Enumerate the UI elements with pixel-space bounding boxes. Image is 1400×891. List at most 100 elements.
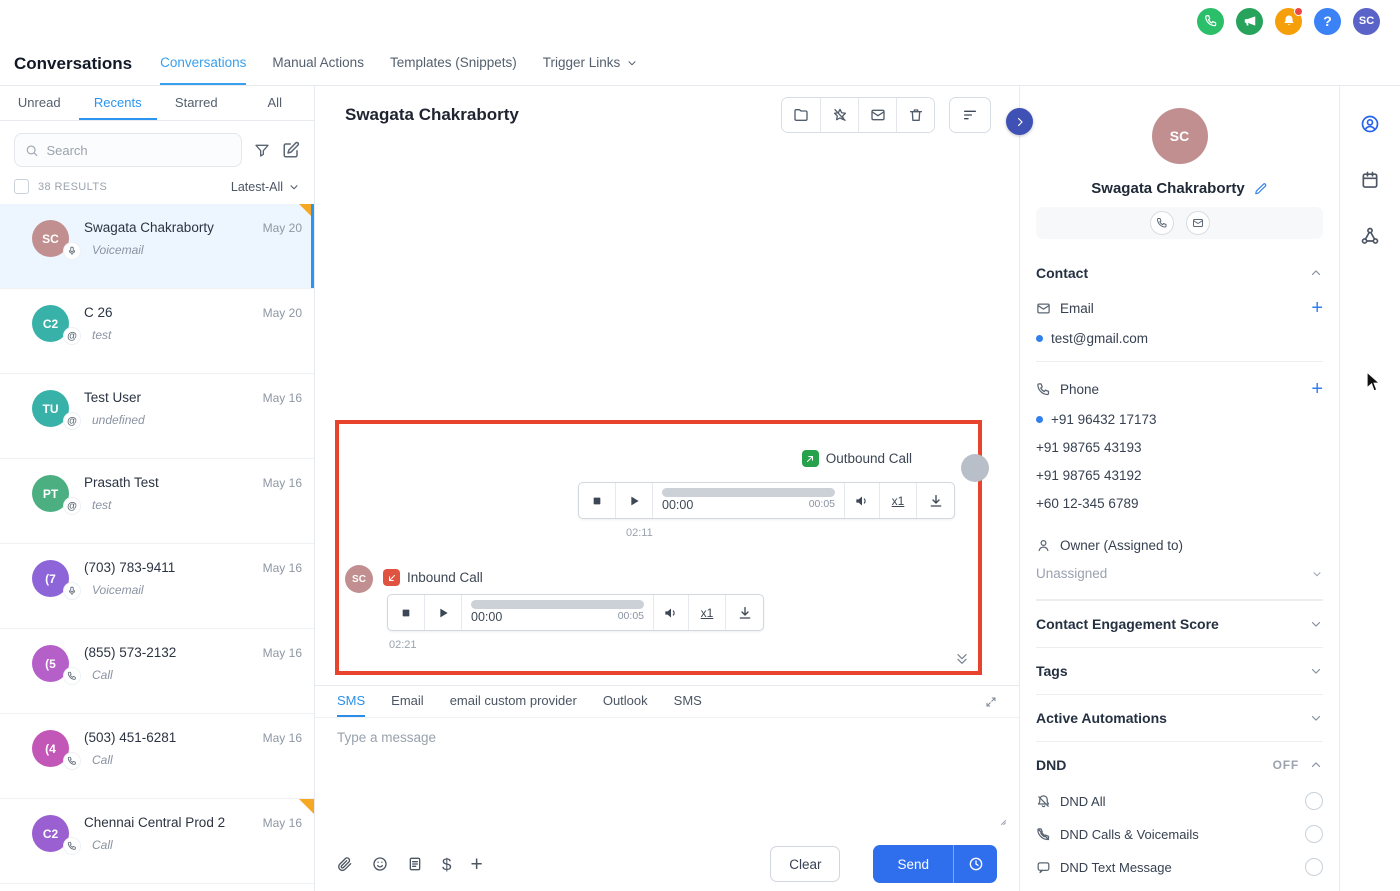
phone-off-icon xyxy=(1036,827,1051,842)
email-value[interactable]: test@gmail.com xyxy=(1036,331,1323,346)
search-box[interactable] xyxy=(14,133,242,167)
conversation-item[interactable]: PT@ Prasath TestMay 16test xyxy=(0,459,314,544)
play-icon xyxy=(435,605,451,621)
contact-details-icon[interactable] xyxy=(1360,114,1380,134)
conversation-item[interactable]: SC Swagata ChakrabortyMay 20Voicemail xyxy=(0,204,314,289)
volume-button[interactable] xyxy=(844,483,879,518)
attachment-icon[interactable] xyxy=(337,856,353,872)
seek-bar[interactable] xyxy=(471,600,644,609)
phone-value[interactable]: +60 12-345 6789 xyxy=(1036,496,1323,511)
sort-dropdown[interactable]: Latest-All xyxy=(231,180,300,194)
phone-value[interactable]: +91 96432 17173 xyxy=(1036,412,1323,427)
stop-button[interactable] xyxy=(579,483,616,518)
resize-handle[interactable] xyxy=(995,814,1007,826)
contact-name: Chennai Central Prod 2 xyxy=(84,815,225,830)
scroll-to-bottom-icon[interactable] xyxy=(954,651,970,667)
thread-filter-button[interactable] xyxy=(949,97,991,133)
chevron-down-icon xyxy=(626,57,638,69)
unstar-button[interactable] xyxy=(820,98,858,132)
collapse-panel-button[interactable] xyxy=(1006,108,1033,135)
select-all-checkbox[interactable] xyxy=(14,179,29,194)
channel-tab-email[interactable]: Email xyxy=(391,686,424,717)
mic-icon xyxy=(64,243,80,259)
dnd-calls-toggle[interactable] xyxy=(1305,825,1323,843)
tab-all[interactable]: All xyxy=(236,86,315,120)
conversation-item[interactable]: C2 Chennai Central Prod 2May 16Call xyxy=(0,799,314,884)
conversation-item[interactable]: C2@ C 26May 20test xyxy=(0,289,314,374)
schedule-send-button[interactable] xyxy=(953,845,997,883)
stop-button[interactable] xyxy=(388,595,425,630)
channel-tab-sms[interactable]: SMS xyxy=(337,686,365,717)
phone-value[interactable]: +91 98765 43193 xyxy=(1036,440,1323,455)
add-icon[interactable]: + xyxy=(470,854,482,875)
section-dnd[interactable]: DND OFF xyxy=(1036,741,1323,788)
conversation-item[interactable]: (7 (703) 783-9411May 16Voicemail xyxy=(0,544,314,629)
owner-label: Owner (Assigned to) xyxy=(1060,538,1183,553)
calendar-icon[interactable] xyxy=(1360,170,1380,190)
dnd-all-toggle[interactable] xyxy=(1305,792,1323,810)
help-button[interactable]: ? xyxy=(1314,8,1341,35)
tab-starred[interactable]: Starred xyxy=(157,86,236,120)
play-button[interactable] xyxy=(425,595,462,630)
section-contact-engagement-score[interactable]: Contact Engagement Score xyxy=(1036,600,1323,647)
mark-unread-button[interactable] xyxy=(858,98,896,132)
dnd-calls-row: DND Calls & Voicemails xyxy=(1036,825,1323,843)
compose-icon[interactable] xyxy=(282,141,300,159)
last-message-type: test xyxy=(84,328,302,342)
archive-button[interactable] xyxy=(782,98,820,132)
send-button[interactable]: Send xyxy=(873,845,953,883)
add-email-button[interactable]: + xyxy=(1311,298,1323,318)
call-contact-button[interactable] xyxy=(1150,211,1174,235)
payment-icon[interactable]: $ xyxy=(442,856,451,873)
tab-templates-snippets[interactable]: Templates (Snippets) xyxy=(390,42,517,85)
playback-rate-button[interactable]: x1 xyxy=(879,483,916,518)
tab-unread[interactable]: Unread xyxy=(0,86,79,120)
clock-icon xyxy=(968,856,984,872)
channel-tab-outlook[interactable]: Outlook xyxy=(603,686,648,717)
channel-tab-email-custom-provider[interactable]: email custom provider xyxy=(450,686,577,717)
announcements-button[interactable] xyxy=(1236,8,1263,35)
dnd-text-toggle[interactable] xyxy=(1305,858,1323,876)
channel-tab-sms-2[interactable]: SMS xyxy=(674,686,702,717)
conversation-item[interactable]: (5 (855) 573-2132May 16Call xyxy=(0,629,314,714)
tab-manual-actions[interactable]: Manual Actions xyxy=(272,42,364,85)
section-contact[interactable]: Contact xyxy=(1036,265,1323,281)
tab-trigger-links[interactable]: Trigger Links xyxy=(543,42,639,85)
add-phone-button[interactable]: + xyxy=(1311,379,1323,399)
conversation-item[interactable]: TU@ Test UserMay 16undefined xyxy=(0,374,314,459)
composer-toolbar: $ + Clear Send xyxy=(315,837,1019,891)
tab-recents[interactable]: Recents xyxy=(79,86,158,120)
envelope-icon xyxy=(1036,301,1051,316)
playback-rate-button[interactable]: x1 xyxy=(688,595,725,630)
email-contact-button[interactable] xyxy=(1186,211,1210,235)
play-button[interactable] xyxy=(616,483,653,518)
volume-button[interactable] xyxy=(653,595,688,630)
filter-icon[interactable] xyxy=(254,142,270,158)
delete-button[interactable] xyxy=(896,98,934,132)
section-active-automations[interactable]: Active Automations xyxy=(1036,694,1323,741)
conversation-item[interactable]: (4 (503) 451-6281May 16Call xyxy=(0,714,314,799)
emoji-icon[interactable] xyxy=(372,856,388,872)
search-input[interactable] xyxy=(46,143,231,158)
last-message-type: Call xyxy=(84,838,302,852)
message-input[interactable] xyxy=(315,718,1019,837)
clear-button[interactable]: Clear xyxy=(770,846,840,882)
download-button[interactable] xyxy=(916,483,954,518)
download-button[interactable] xyxy=(725,595,763,630)
template-icon[interactable] xyxy=(407,856,423,872)
seek-bar[interactable] xyxy=(662,488,835,497)
conversation-date: May 16 xyxy=(255,816,302,830)
phone-value[interactable]: +91 98765 43192 xyxy=(1036,468,1323,483)
tab-conversations[interactable]: Conversations xyxy=(160,42,246,85)
edit-pencil-icon[interactable] xyxy=(1254,182,1268,196)
main-nav: Conversations Conversations Manual Actio… xyxy=(0,42,1400,86)
sidebar-filter-tabs: Unread Recents Starred All xyxy=(0,86,314,121)
section-tags[interactable]: Tags xyxy=(1036,647,1323,694)
last-message-type: test xyxy=(84,498,302,512)
expand-composer-icon[interactable] xyxy=(985,686,997,717)
owner-dropdown[interactable]: Unassigned xyxy=(1036,566,1323,581)
notifications-button[interactable] xyxy=(1275,8,1302,35)
dialer-button[interactable] xyxy=(1197,8,1224,35)
affiliates-network-icon[interactable] xyxy=(1360,226,1380,246)
user-avatar[interactable]: SC xyxy=(1353,8,1380,35)
